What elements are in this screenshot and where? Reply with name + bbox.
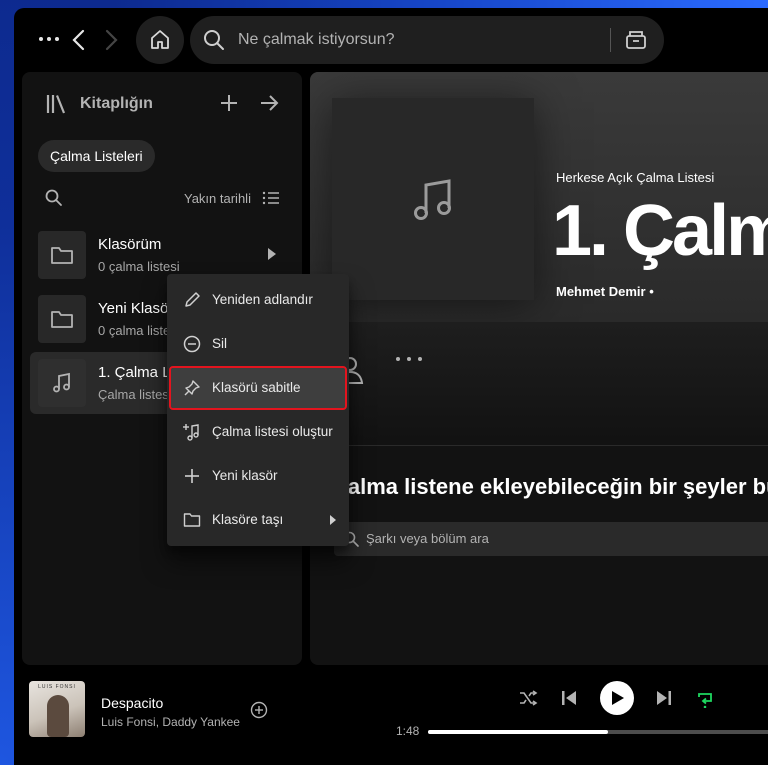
- search-icon: [204, 30, 224, 50]
- search-divider: [610, 28, 611, 52]
- track-artists[interactable]: Luis Fonsi, Daddy Yankee: [101, 715, 240, 729]
- album-art-lettering: LUIS FONSI: [38, 684, 76, 690]
- more-options-icon[interactable]: [394, 354, 424, 364]
- progress-fill: [428, 730, 608, 734]
- playlist-title[interactable]: 1. Çalma Listem: [552, 190, 768, 272]
- chevron-right-icon: [105, 29, 118, 51]
- menu-item-label: Yeni klasör: [212, 468, 278, 483]
- folder-thumbnail: [38, 231, 86, 279]
- menu-item-label: Klasöre taşı: [212, 512, 284, 527]
- menu-item-rename[interactable]: Yeniden adlandır: [171, 280, 345, 320]
- menu-item-move-to-folder[interactable]: Klasöre taşı: [171, 500, 345, 540]
- progress-bar[interactable]: [428, 730, 768, 734]
- folder-icon: [183, 513, 201, 527]
- menu-item-create-playlist[interactable]: Çalma listesi oluştur: [171, 412, 345, 452]
- repeat-icon[interactable]: [695, 688, 715, 708]
- music-note-icon: [414, 179, 451, 220]
- search-input[interactable]: Ne çalmak istiyorsun?: [238, 31, 395, 49]
- menu-item-pin-folder[interactable]: Klasörü sabitle: [169, 366, 347, 410]
- top-bar: Ne çalmak istiyorsun?: [14, 8, 768, 72]
- home-button[interactable]: [136, 16, 184, 64]
- pencil-icon: [185, 292, 200, 307]
- pin-icon: [184, 380, 200, 396]
- music-note-icon: [53, 372, 70, 393]
- library-item-subtitle: 0 çalma listesi: [98, 259, 180, 274]
- library-search-icon[interactable]: [44, 188, 64, 208]
- library-item-name: Klasörüm: [98, 236, 162, 253]
- search-bar[interactable]: Ne çalmak istiyorsun?: [190, 16, 664, 64]
- track-title[interactable]: Despacito: [101, 695, 163, 711]
- menu-item-label: Klasörü sabitle: [212, 380, 301, 395]
- browse-icon[interactable]: [624, 28, 648, 52]
- section-divider: [330, 445, 768, 446]
- menu-item-label: Yeniden adlandır: [212, 292, 313, 307]
- playlist-type: Herkese Açık Çalma Listesi: [556, 170, 715, 185]
- back-button[interactable]: [66, 26, 92, 54]
- chevron-left-icon: [72, 29, 85, 51]
- folder-icon: [51, 247, 73, 264]
- sort-button[interactable]: Yakın tarihli: [184, 191, 251, 206]
- player-bar: LUIS FONSI Despacito Luis Fonsi, Daddy Y…: [14, 673, 768, 765]
- list-view-icon[interactable]: [262, 190, 280, 206]
- create-plus-icon[interactable]: [218, 92, 240, 114]
- next-track-icon[interactable]: [654, 688, 674, 708]
- library-header[interactable]: Kitaplığın: [44, 92, 153, 116]
- play-button[interactable]: [600, 681, 634, 715]
- shuffle-icon[interactable]: [518, 688, 538, 708]
- menu-item-label: Çalma listesi oluştur: [212, 424, 333, 439]
- expand-caret-icon[interactable]: [266, 247, 278, 261]
- minus-circle-icon: [183, 335, 201, 353]
- library-icon: [46, 95, 66, 114]
- elapsed-time: 1:48: [396, 724, 420, 738]
- folder-thumbnail: [38, 295, 86, 343]
- menu-item-delete[interactable]: Sil: [171, 324, 345, 364]
- track-search-field[interactable]: Şarkı veya bölüm ara: [334, 522, 768, 556]
- spotify-window: Ne çalmak istiyorsun? Kitaplığın Çalma L…: [14, 8, 768, 765]
- action-bar: [310, 322, 768, 442]
- menu-item-label: Sil: [212, 336, 228, 351]
- add-playlist-icon: [183, 424, 199, 441]
- album-art[interactable]: LUIS FONSI: [29, 681, 85, 737]
- playlist-owner[interactable]: Mehmet Demir •: [556, 284, 654, 299]
- filter-chip-playlists[interactable]: Çalma Listeleri: [38, 140, 155, 172]
- playlist-view: Herkese Açık Çalma Listesi 1. Çalma List…: [310, 72, 768, 665]
- library-title: Kitaplığın: [80, 95, 153, 112]
- plus-icon: [185, 469, 199, 483]
- app-menu-button[interactable]: [36, 26, 62, 52]
- playlist-header: Herkese Açık Çalma Listesi 1. Çalma List…: [310, 72, 768, 322]
- folder-icon: [51, 311, 73, 328]
- add-to-library-icon[interactable]: [250, 701, 268, 719]
- album-art-figure: [47, 695, 69, 737]
- home-icon: [151, 30, 169, 49]
- submenu-caret-icon: [330, 515, 336, 525]
- playlist-cover[interactable]: [332, 98, 534, 300]
- folder-context-menu: Yeniden adlandır Sil Klasörü sabitle Çal…: [167, 274, 349, 546]
- track-search-input[interactable]: Şarkı veya bölüm ara: [366, 531, 489, 546]
- expand-arrow-icon[interactable]: [258, 92, 280, 114]
- menu-item-new-folder[interactable]: Yeni klasör: [171, 456, 345, 496]
- previous-track-icon[interactable]: [559, 688, 579, 708]
- library-item-name: Yeni Klasör: [98, 300, 174, 317]
- forward-button[interactable]: [98, 26, 124, 54]
- more-dots-icon: [39, 37, 59, 41]
- play-icon: [612, 691, 624, 705]
- recommendation-heading: Çalma listene ekleyebileceğin bir şeyler…: [332, 474, 768, 499]
- playlist-thumbnail: [38, 359, 86, 407]
